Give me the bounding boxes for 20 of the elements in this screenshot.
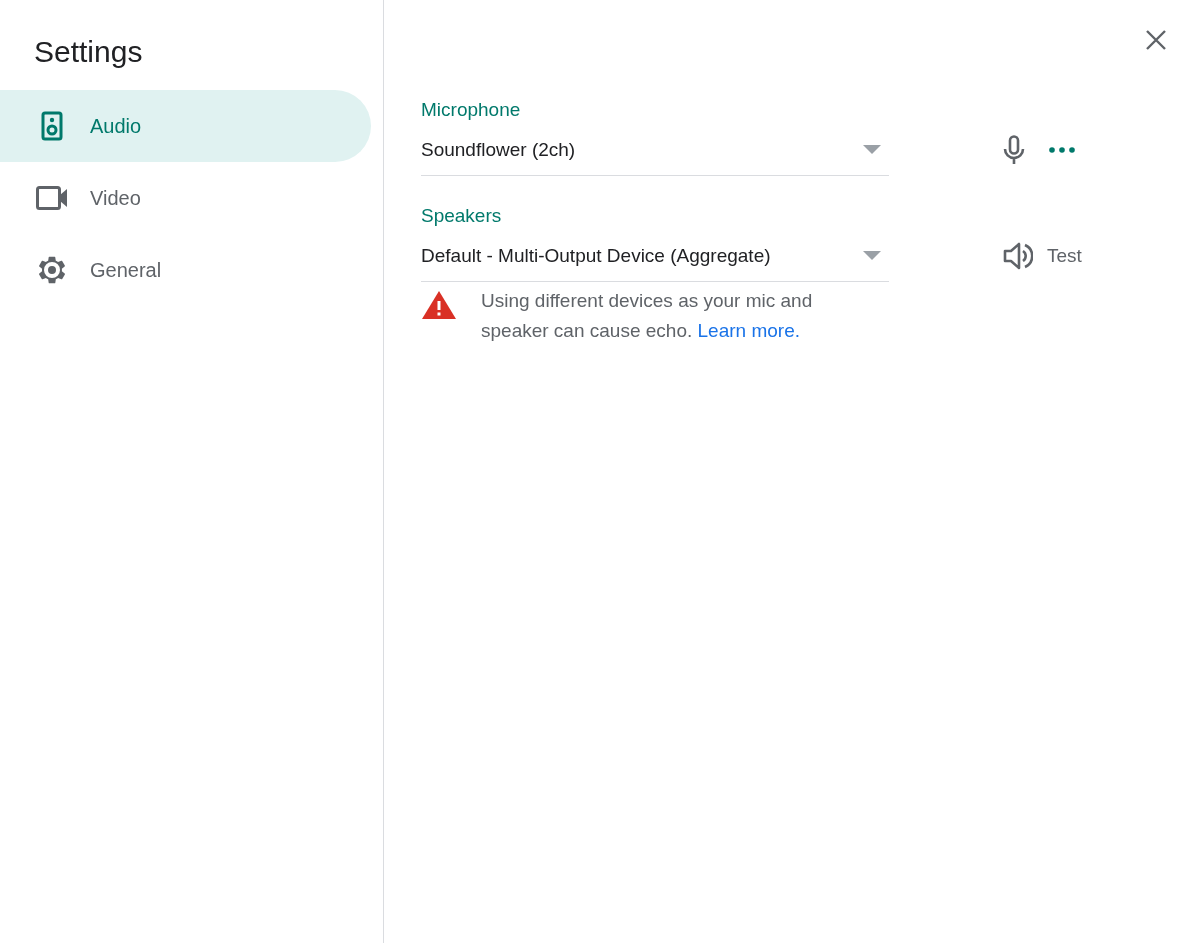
warning-message: Using different devices as your mic and speaker can cause echo. Learn more.: [481, 289, 814, 343]
section-label: Microphone: [421, 98, 522, 122]
microphone-button[interactable]: [1003, 135, 1025, 165]
settings-icon: [36, 254, 68, 286]
video-camera-icon: [36, 186, 68, 210]
close-button[interactable]: [1145, 29, 1167, 51]
settings-title: Settings: [34, 34, 144, 70]
caret-icon: [863, 251, 881, 260]
test-button[interactable]: Test: [1003, 242, 1082, 270]
learn-more-link[interactable]: Learn more.: [697, 320, 800, 341]
caret-icon: [863, 145, 881, 154]
nav-item[interactable]: General: [0, 234, 371, 306]
device-dropdown[interactable]: Soundflower (2ch): [421, 124, 889, 176]
warning-icon: [421, 290, 457, 320]
nav-item[interactable]: Audio: [0, 90, 371, 162]
speaker-icon: [1003, 242, 1033, 270]
section-label: Speakers: [421, 204, 503, 228]
nav-item[interactable]: Video: [0, 162, 371, 234]
device-dropdown[interactable]: Default - Multi-Output Device (Aggregate): [421, 230, 889, 282]
more-options-button[interactable]: [1049, 147, 1075, 153]
